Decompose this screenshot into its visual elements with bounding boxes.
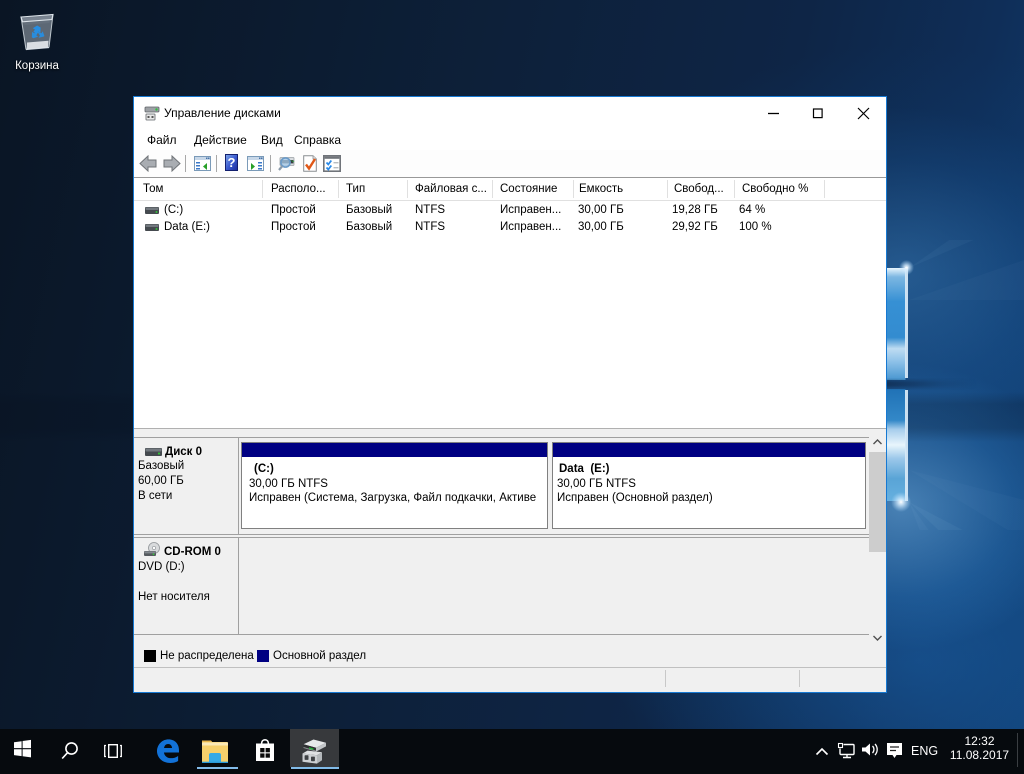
svg-text:?: ?: [228, 155, 236, 170]
